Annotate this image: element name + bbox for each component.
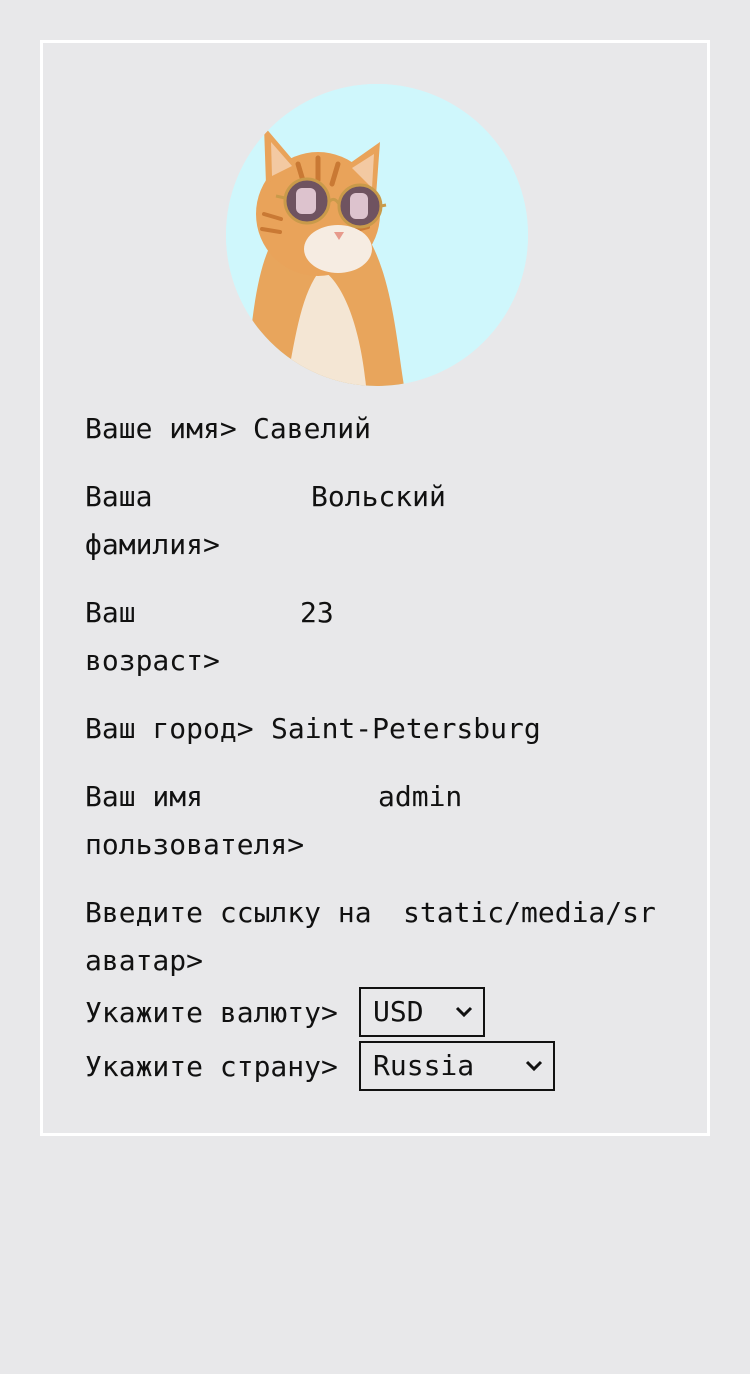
last-name-label: Ваша фамилия>: [85, 480, 220, 561]
age-row: Ваш возраст> 23: [85, 589, 685, 685]
last-name-row: Ваша фамилия> Вольский: [85, 473, 685, 569]
avatar-link-row: Введите ссылку на аватар> static/media/s…: [85, 889, 665, 985]
age-value[interactable]: 23: [300, 589, 334, 637]
chevron-down-icon: [455, 1006, 473, 1018]
chevron-down-icon: [525, 1060, 543, 1072]
cat-avatar-icon: [226, 84, 528, 386]
age-label: Ваш возраст>: [85, 596, 220, 677]
first-name-row: Ваше имя> Савелий: [85, 405, 685, 453]
country-selected-value: Russia: [373, 1049, 475, 1082]
country-row: Укажите страну> Russia: [85, 1041, 685, 1093]
avatar-link-label: Введите ссылку на аватар>: [85, 896, 372, 977]
avatar: [226, 84, 528, 386]
username-value[interactable]: admin: [378, 773, 462, 821]
currency-selected-value: USD: [373, 995, 424, 1028]
currency-select[interactable]: USD: [359, 987, 485, 1037]
country-label: Укажите страну>: [85, 1050, 338, 1083]
profile-card: Ваше имя> Савелий Ваша фамилия> Вольский…: [40, 40, 710, 1136]
country-select[interactable]: Russia: [359, 1041, 555, 1091]
first-name-value[interactable]: Савелий: [253, 405, 371, 453]
avatar-link-value[interactable]: static/media/sr: [403, 889, 665, 937]
city-row: Ваш город> Saint-Petersburg: [85, 705, 685, 753]
currency-row: Укажите валюту> USD: [85, 987, 685, 1039]
city-label: Ваш город>: [85, 712, 254, 745]
city-value[interactable]: Saint-Petersburg: [271, 705, 541, 753]
first-name-label: Ваше имя>: [85, 412, 237, 445]
currency-label: Укажите валюту>: [85, 996, 338, 1029]
username-label: Ваш имя пользователя>: [85, 780, 305, 861]
last-name-value[interactable]: Вольский: [311, 473, 446, 521]
username-row: Ваш имя пользователя> admin: [85, 773, 685, 869]
